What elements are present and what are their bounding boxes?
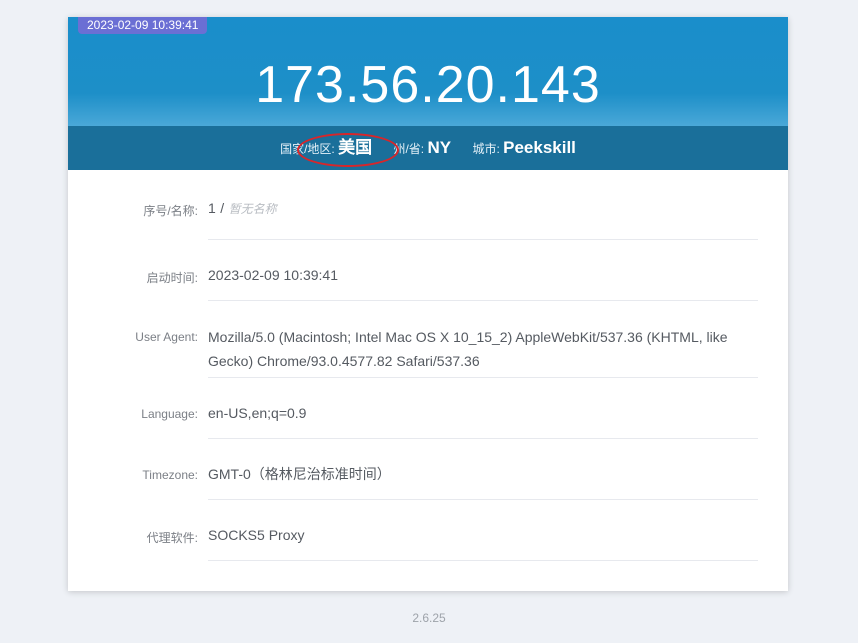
annotation-circle xyxy=(297,133,399,167)
info-row-name: 序号/名称: 1 / 暂无名称 xyxy=(143,186,758,240)
ip-info-card: 2023-02-09 10:39:41 173.56.20.143 国家/地区:… xyxy=(68,17,788,591)
info-row-timezone: Timezone: GMT-0（格林尼治标准时间） xyxy=(142,439,758,500)
ua-value: Mozilla/5.0 (Macintosh; Intel Mac OS X 1… xyxy=(208,329,728,369)
geo-state: 州/省: NY xyxy=(393,138,454,157)
proxy-value: SOCKS5 Proxy xyxy=(208,527,305,543)
info-row-language: Language: en-US,en;q=0.9 xyxy=(141,378,758,439)
geo-bar: 国家/地区: 美国 州/省: NY 城市: Peekskill xyxy=(68,126,788,170)
start-label: 启动时间: xyxy=(146,271,198,285)
info-row-proxy: 代理软件: SOCKS5 Proxy xyxy=(147,500,758,561)
name-label: 序号/名称: xyxy=(143,204,198,218)
time-badge: 2023-02-09 10:39:41 xyxy=(78,17,208,34)
ua-label: User Agent: xyxy=(135,330,198,344)
proxy-label: 代理软件: xyxy=(146,531,198,545)
name-placeholder: 暂无名称 xyxy=(228,202,277,216)
language-label: Language: xyxy=(141,407,198,421)
ip-address: 173.56.20.143 xyxy=(255,56,601,114)
start-value: 2023-02-09 10:39:41 xyxy=(208,267,338,283)
version-footer: 2.6.25 xyxy=(412,611,446,625)
info-row-start-time: 启动时间: 2023-02-09 10:39:41 xyxy=(147,240,758,301)
timezone-value: GMT-0（格林尼治标准时间） xyxy=(208,466,391,482)
city-label: 城市: xyxy=(472,142,500,156)
timezone-label: Timezone: xyxy=(142,468,198,482)
state-value: NY xyxy=(427,138,452,157)
ip-header: 2023-02-09 10:39:41 173.56.20.143 xyxy=(68,17,788,126)
name-index: 1 xyxy=(208,200,216,216)
geo-city: 城市: Peekskill xyxy=(472,138,575,157)
city-value: Peekskill xyxy=(503,138,576,157)
info-row-user-agent: User Agent: Mozilla/5.0 (Macintosh; Inte… xyxy=(135,301,758,378)
language-value: en-US,en;q=0.9 xyxy=(208,405,307,421)
info-list: 序号/名称: 1 / 暂无名称 启动时间: 2023-02-09 10:39:4… xyxy=(68,170,788,561)
name-separator: / xyxy=(220,200,225,216)
